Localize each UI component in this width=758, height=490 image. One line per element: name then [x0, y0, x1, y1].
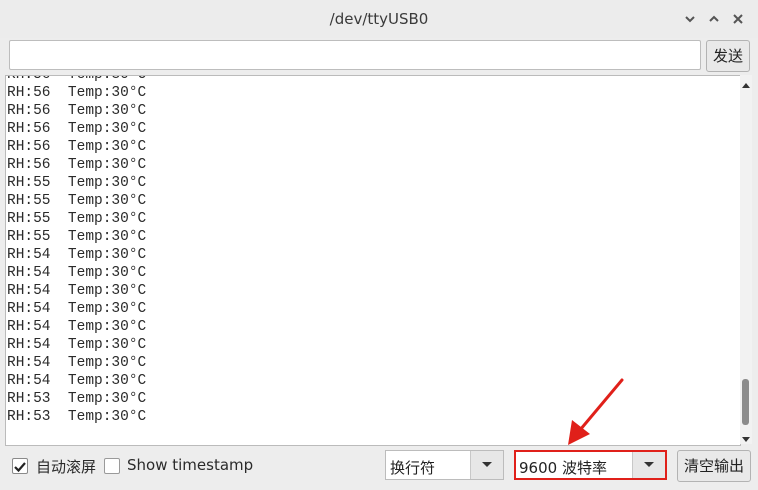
console-line: RH:56 Temp:30°C [7, 75, 147, 83]
scroll-down-icon[interactable] [740, 431, 752, 443]
line-ending-select[interactable]: 换行符 [385, 450, 504, 480]
baud-rate-select[interactable]: 9600 波特率 [514, 450, 667, 480]
serial-output[interactable]: RH:56 Temp:30°C RH:56 Temp:30°C RH:56 Temp… [5, 75, 741, 446]
console-line: RH:55 Temp:30°C [7, 193, 147, 209]
console-line: RH:54 Temp:30°C [7, 355, 147, 371]
scroll-up-icon[interactable] [740, 76, 752, 88]
console-line: RH:54 Temp:30°C [7, 283, 147, 299]
maximize-icon[interactable] [705, 10, 723, 28]
console-line: RH:56 Temp:30°C [7, 157, 147, 173]
line-ending-value: 换行符 [390, 459, 436, 477]
console-line: RH:54 Temp:30°C [7, 301, 147, 317]
bottom-toolbar: 自动滚屏 Show timestamp 换行符 9600 波特率 清空输出 [0, 446, 758, 490]
console-line: RH:54 Temp:30°C [7, 319, 147, 335]
console-line: RH:55 Temp:30°C [7, 175, 147, 191]
console-line: RH:54 Temp:30°C [7, 373, 147, 389]
send-row: 发送 [0, 38, 758, 74]
send-input[interactable] [9, 40, 701, 70]
timestamp-label: Show timestamp [127, 456, 254, 474]
console-line: RH:53 Temp:30°C [7, 409, 147, 425]
console-line: RH:56 Temp:30°C [7, 103, 147, 119]
autoscroll-label: 自动滚屏 [36, 458, 97, 476]
console-line: RH:56 Temp:30°C [7, 139, 147, 155]
baud-rate-value: 9600 波特率 [519, 459, 607, 477]
console-line: RH:56 Temp:30°C [7, 121, 147, 137]
minimize-icon[interactable] [681, 10, 699, 28]
scroll-thumb[interactable] [742, 379, 749, 425]
window-title: /dev/ttyUSB0 [329, 10, 429, 28]
console-line: RH:56 Temp:30°C [7, 85, 147, 101]
chevron-down-icon[interactable] [632, 452, 665, 478]
title-bar: /dev/ttyUSB0 [0, 0, 758, 39]
console-line: RH:54 Temp:30°C [7, 247, 147, 263]
console-line: RH:55 Temp:30°C [7, 211, 147, 227]
autoscroll-checkbox[interactable] [12, 458, 28, 474]
chevron-down-icon[interactable] [470, 451, 503, 479]
vertical-scrollbar[interactable] [740, 75, 752, 444]
clear-output-button[interactable]: 清空输出 [677, 450, 751, 482]
console-line: RH:53 Temp:30°C [7, 391, 147, 407]
close-icon[interactable] [729, 10, 747, 28]
timestamp-checkbox[interactable] [104, 458, 120, 474]
console-line: RH:54 Temp:30°C [7, 265, 147, 281]
console-line: RH:55 Temp:30°C [7, 229, 147, 245]
send-button[interactable]: 发送 [706, 40, 750, 72]
console-line: RH:54 Temp:30°C [7, 337, 147, 353]
console-lines: RH:56 Temp:30°C RH:56 Temp:30°C RH:56 Temp… [7, 75, 147, 426]
